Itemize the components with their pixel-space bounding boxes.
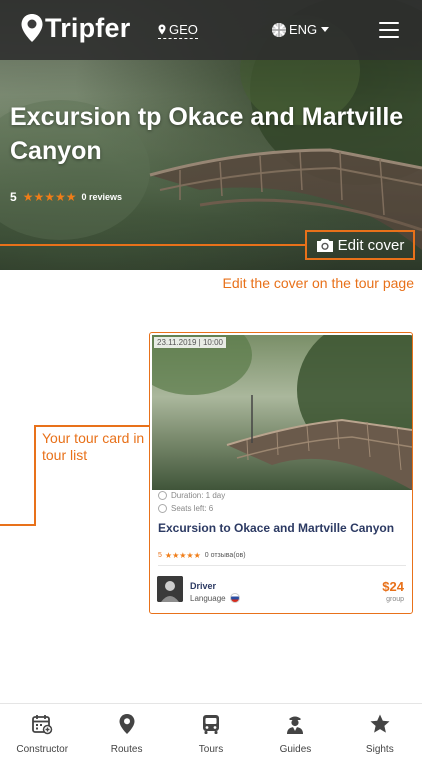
card-callout-text: Your tour card in tour list [42, 430, 145, 463]
rating-stars-icon: ★★★★★ [22, 190, 77, 204]
cover-pointer-line [0, 244, 306, 246]
avatar[interactable] [157, 576, 183, 602]
nav-item-sights[interactable]: Sights [338, 704, 422, 758]
tour-card-image: 23.11.2019 | 10:00 [152, 335, 412, 490]
calendar-icon [32, 715, 53, 735]
rating-value: 5 [10, 190, 17, 204]
nav-item-guides[interactable]: Guides [253, 704, 337, 758]
star-icon [370, 714, 390, 733]
tour-title: Excursion tp Okace and Martville Canyon [10, 103, 404, 165]
location-pin-icon [158, 24, 166, 35]
map-pin-icon [119, 714, 135, 734]
nav-label-constructor: Constructor [16, 744, 69, 755]
nav-label-tours: Tours [198, 744, 224, 755]
price-unit: group [386, 596, 404, 603]
tour-duration: Duration: 1 day [158, 491, 225, 500]
top-navigation-bar: Tripfer GEO ENG [0, 0, 422, 60]
card-rating-value: 5 [158, 552, 162, 559]
geo-label: GEO [169, 22, 198, 37]
bottom-navigation: Constructor Routes Tours Guides Sights [0, 703, 422, 758]
nav-item-routes[interactable]: Routes [84, 704, 168, 758]
card-divider [158, 565, 406, 566]
tour-card-photo [152, 335, 412, 490]
tour-price: $24 [382, 579, 404, 594]
edit-cover-button[interactable]: Edit cover [305, 230, 415, 260]
russian-flag-icon [229, 593, 240, 603]
cover-note: Edit the cover on the tour page [222, 275, 414, 291]
hamburger-menu-icon[interactable] [379, 22, 399, 38]
uk-flag-icon [272, 22, 286, 37]
nav-item-tours[interactable]: Tours [169, 704, 253, 758]
clock-icon [158, 491, 167, 500]
nav-label-guides: Guides [279, 744, 312, 755]
seat-icon [158, 504, 167, 513]
tour-card-rating: 5 ★★★★★ 0 отзыва(ов) [158, 551, 246, 560]
tour-seats: Seats left: 6 [158, 504, 213, 513]
card-rating-stars-icon: ★★★★★ [164, 551, 201, 560]
language-selector[interactable]: ENG [272, 22, 330, 37]
language-label: ENG [289, 22, 318, 37]
tour-card[interactable]: 23.11.2019 | 10:00 Duration: 1 day Seats… [149, 332, 413, 614]
tour-card-title[interactable]: Excursion to Okace and Martville Canyon [158, 521, 394, 535]
logo-pin-icon [21, 14, 43, 42]
guide-name[interactable]: Driver [190, 581, 216, 591]
nav-item-constructor[interactable]: Constructor [0, 704, 84, 758]
card-callout-line [0, 524, 36, 526]
tour-rating: 5 ★★★★★ 0 reviews [10, 190, 122, 204]
reviews-count[interactable]: 0 reviews [81, 192, 122, 202]
guide-language: Language [190, 593, 240, 603]
nav-label-routes: Routes [110, 744, 143, 755]
nav-label-sights: Sights [365, 744, 394, 755]
bus-icon [203, 715, 220, 734]
camera-icon [316, 238, 333, 252]
chevron-down-icon [321, 27, 330, 32]
tour-date: 23.11.2019 | 10:00 [154, 337, 226, 348]
geo-selector[interactable]: GEO [158, 22, 198, 39]
tour-seats-text: Seats left: 6 [171, 504, 214, 513]
guide-icon [287, 716, 304, 734]
logo[interactable]: Tripfer [20, 13, 130, 43]
card-reviews-count: 0 отзыва(ов) [204, 552, 246, 559]
tour-duration-text: Duration: 1 day [171, 491, 226, 500]
logo-text: Tripfer [45, 13, 131, 43]
guide-language-label: Language [190, 593, 226, 603]
edit-cover-label: Edit cover [337, 236, 405, 254]
